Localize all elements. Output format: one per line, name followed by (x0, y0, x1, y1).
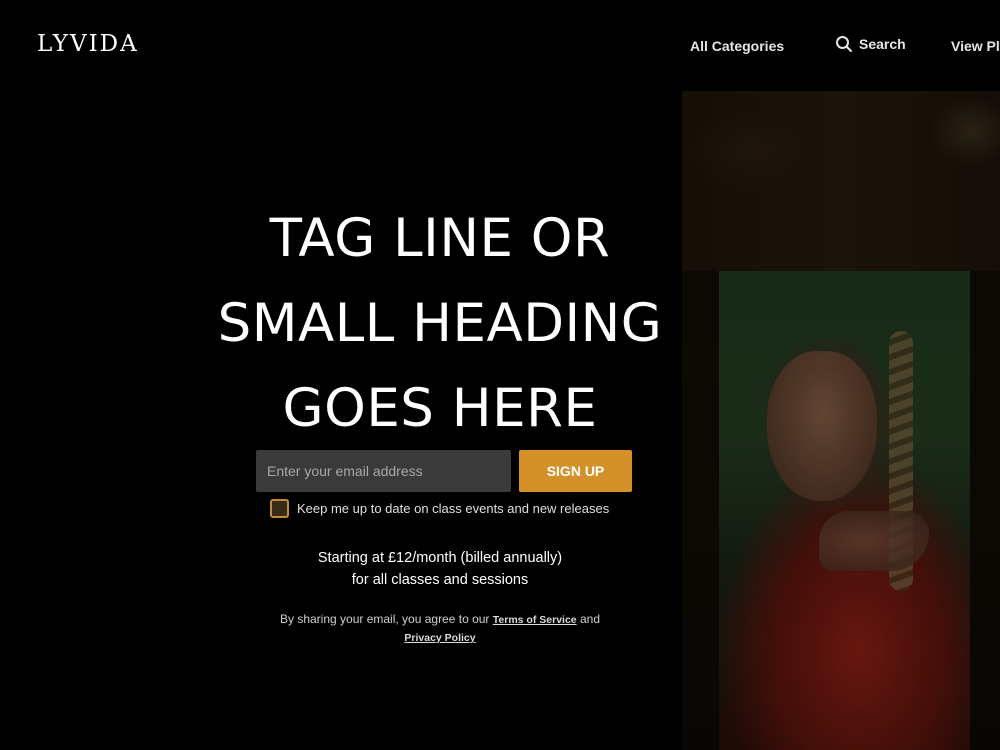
newsletter-checkbox[interactable] (270, 499, 289, 518)
pricing-text: Starting at £12/month (billed annually) … (200, 547, 680, 591)
tagline-line-2: SMALL HEADING (217, 293, 663, 354)
nav-search-label: Search (859, 36, 906, 52)
newsletter-optin: Keep me up to date on class events and n… (270, 499, 609, 518)
newsletter-label: Keep me up to date on class events and n… (297, 501, 610, 516)
pricing-line-1: Starting at £12/month (billed annually) (317, 550, 563, 566)
landing-page: LYVIDA All Categories Search View Pl TAG… (0, 0, 1000, 750)
legal-prefix: By sharing your email, you agree to our (279, 612, 490, 626)
nav-view-plans[interactable]: View Pl (951, 38, 1000, 54)
hero-image (682, 91, 1000, 750)
terms-of-service-link[interactable]: Terms of Service (493, 614, 577, 626)
nav-search[interactable]: Search (835, 35, 906, 53)
nav-all-categories[interactable]: All Categories (690, 38, 784, 54)
sign-up-button[interactable]: SIGN UP (519, 450, 632, 492)
email-input[interactable] (256, 450, 511, 492)
search-icon (835, 35, 853, 53)
legal-notice: By sharing your email, you agree to our … (200, 611, 680, 647)
hero-tagline: TAG LINE OR SMALL HEADING GOES HERE (180, 196, 700, 451)
site-header: LYVIDA All Categories Search View Pl (0, 0, 1000, 91)
pricing-line-2: for all classes and sessions (351, 572, 529, 588)
hero-image-overlay (682, 91, 1000, 750)
tagline-line-3: GOES HERE (282, 378, 598, 439)
site-logo[interactable]: LYVIDA (37, 31, 139, 57)
privacy-policy-link[interactable]: Privacy Policy (404, 632, 475, 644)
signup-form: SIGN UP (256, 450, 632, 492)
tagline-line-1: TAG LINE OR (269, 208, 611, 269)
legal-conjunction: and (579, 612, 601, 626)
